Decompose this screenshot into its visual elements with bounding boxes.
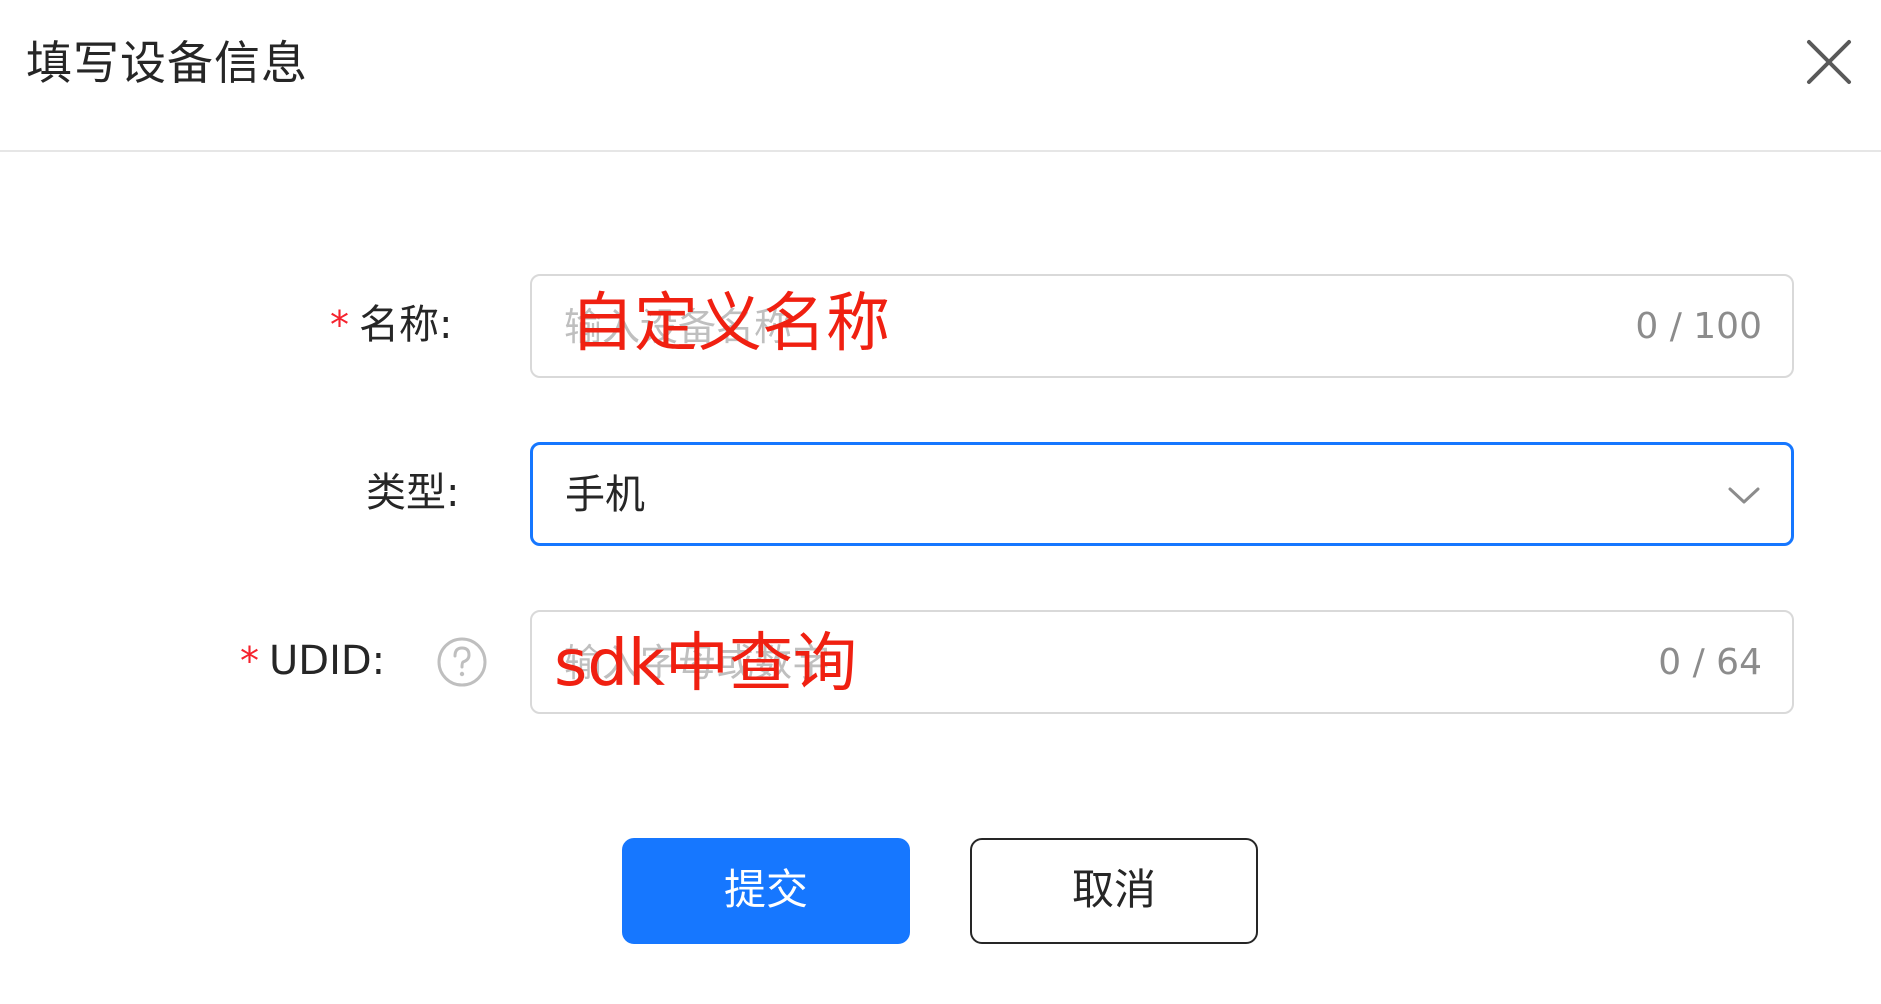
device-info-dialog: 填写设备信息 * 名称: 输入设备名称 0 / 100 自定义名称 类型: 手机 … <box>0 0 1881 1004</box>
udid-label: * UDID: <box>240 633 385 689</box>
question-circle-icon <box>437 637 487 687</box>
required-mark: * <box>330 303 349 347</box>
udid-label-text: UDID: <box>269 638 386 684</box>
name-label-text: 名称: <box>359 302 453 348</box>
required-mark: * <box>240 639 259 683</box>
type-select-value: 手机 <box>565 472 645 518</box>
close-icon <box>1807 40 1851 84</box>
name-label: * 名称: <box>330 297 452 353</box>
cancel-button[interactable]: 取消 <box>970 838 1258 944</box>
name-input[interactable]: 输入设备名称 0 / 100 <box>530 274 1794 378</box>
udid-help-button[interactable] <box>436 636 488 688</box>
submit-button[interactable]: 提交 <box>622 838 910 944</box>
dialog-title: 填写设备信息 <box>26 36 308 90</box>
dialog-header: 填写设备信息 <box>0 0 1881 152</box>
type-label-text: 类型: <box>366 470 460 516</box>
udid-char-counter: 0 / 64 <box>1658 642 1762 683</box>
name-char-counter: 0 / 100 <box>1635 306 1762 347</box>
udid-input-placeholder: 输入字母或数字 <box>564 641 831 685</box>
udid-input[interactable]: 输入字母或数字 0 / 64 <box>530 610 1794 714</box>
type-select[interactable]: 手机 <box>530 442 1794 546</box>
name-input-placeholder: 输入设备名称 <box>564 305 793 349</box>
chevron-down-icon <box>1728 487 1760 504</box>
type-label: 类型: <box>366 465 459 521</box>
close-button[interactable] <box>1801 34 1857 90</box>
